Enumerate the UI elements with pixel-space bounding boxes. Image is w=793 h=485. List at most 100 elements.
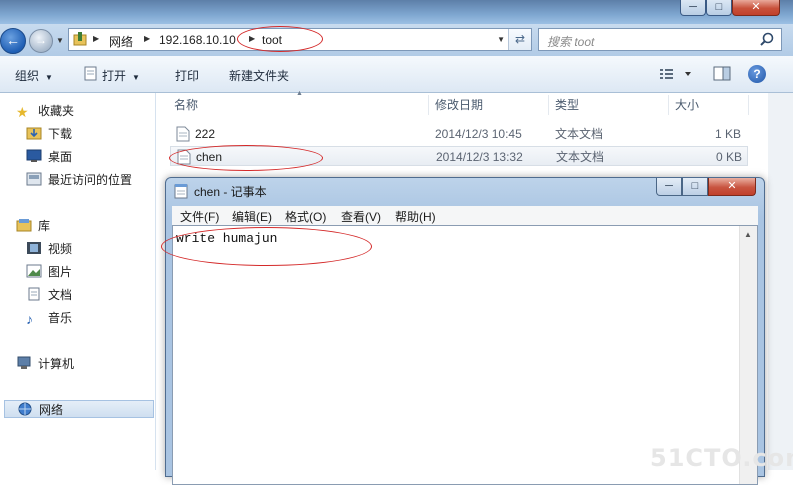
- menu-edit[interactable]: 编辑(E): [232, 208, 272, 225]
- file-size: 0 KB: [715, 150, 742, 164]
- sidebar-item-videos[interactable]: 视频: [26, 240, 72, 258]
- open-menu[interactable]: 打开 ▼: [102, 67, 140, 84]
- address-history-dropdown[interactable]: ▼: [497, 35, 505, 44]
- sidebar-item-desktop[interactable]: 桌面: [26, 148, 72, 166]
- sidebar-label: 视频: [48, 242, 73, 256]
- sidebar-item-documents[interactable]: 文档: [26, 286, 72, 304]
- column-header-modified[interactable]: 修改日期: [435, 93, 483, 117]
- maximize-button[interactable]: □: [706, 0, 732, 16]
- address-bar[interactable]: ▶ 网络 ▶ 192.168.10.10 ▶ toot ▼ ⇄: [68, 28, 532, 51]
- computer-icon: [17, 356, 31, 369]
- back-arrow-icon: ←: [6, 32, 20, 48]
- sidebar-label: 桌面: [48, 150, 73, 164]
- watermark: 51CTO.com: [650, 444, 793, 472]
- navigation-pane: ★ 收藏夹 下载 桌面 最近访问的位置 库 视频 图片 文档 ♪ 音乐 计算机 网络: [0, 93, 156, 470]
- breadcrumb-current-folder[interactable]: toot: [262, 33, 282, 47]
- scroll-up-icon[interactable]: ▲: [744, 230, 752, 239]
- sidebar-item-recent[interactable]: 最近访问的位置: [26, 171, 132, 189]
- notepad-icon: [174, 184, 188, 199]
- menu-file[interactable]: 文件(F): [180, 208, 219, 225]
- notepad-minimize-button[interactable]: ─: [656, 178, 682, 196]
- refresh-icon: ⇄: [514, 32, 526, 46]
- open-document-icon: [84, 66, 97, 81]
- desktop-icon: [26, 149, 42, 162]
- menu-view[interactable]: 查看(V): [341, 208, 381, 225]
- search-placeholder: 搜索 toot: [547, 35, 595, 49]
- sidebar-item-pictures[interactable]: 图片: [26, 263, 72, 281]
- file-name: chen: [196, 150, 223, 164]
- sidebar-label: 库: [38, 219, 51, 233]
- sidebar-label: 音乐: [48, 311, 73, 325]
- sidebar-item-music[interactable]: ♪ 音乐: [26, 309, 72, 327]
- file-modified: 2014/12/3 10:45: [435, 127, 522, 141]
- recent-pages-dropdown[interactable]: ▼: [56, 36, 64, 45]
- notepad-content[interactable]: write humajun: [176, 231, 277, 246]
- menu-help[interactable]: 帮助(H): [395, 208, 436, 225]
- recent-places-icon: [26, 172, 42, 186]
- sidebar-label: 下载: [48, 127, 73, 141]
- sidebar-label: 网络: [39, 403, 64, 417]
- file-modified: 2014/12/3 13:32: [436, 150, 523, 164]
- column-header-size[interactable]: 大小: [675, 93, 699, 117]
- new-folder-button[interactable]: 新建文件夹: [229, 67, 289, 84]
- sidebar-label: 计算机: [38, 357, 75, 371]
- column-divider[interactable]: [428, 95, 429, 115]
- forward-arrow-icon: →: [35, 33, 47, 47]
- breadcrumb-host[interactable]: 192.168.10.10: [159, 33, 236, 47]
- file-row[interactable]: chen 2014/12/3 13:32 文本文档 0 KB: [170, 146, 748, 166]
- breadcrumb-network[interactable]: 网络: [109, 33, 133, 50]
- menu-format[interactable]: 格式(O): [285, 208, 326, 225]
- library-icon: [16, 219, 32, 232]
- notepad-maximize-button[interactable]: □: [682, 178, 708, 196]
- network-icon: [18, 402, 32, 416]
- open-label: 打开: [102, 69, 127, 83]
- forward-button[interactable]: →: [29, 29, 53, 53]
- notepad-window[interactable]: chen - 记事本 ─ □ ✕ 文件(F) 编辑(E) 格式(O) 查看(V)…: [165, 177, 765, 485]
- sidebar-item-downloads[interactable]: 下载: [26, 125, 72, 143]
- text-file-icon: [176, 126, 190, 142]
- close-button[interactable]: ✕: [732, 0, 780, 16]
- file-size: 1 KB: [714, 127, 741, 141]
- sidebar-label: 最近访问的位置: [48, 173, 133, 187]
- document-icon: [28, 287, 40, 301]
- search-box[interactable]: 搜索 toot: [538, 28, 782, 51]
- back-button[interactable]: ←: [0, 28, 26, 54]
- notepad-close-button[interactable]: ✕: [708, 178, 756, 196]
- star-icon: ★: [16, 104, 29, 120]
- window-titlebar: ─ □ ✕: [0, 0, 793, 24]
- column-header-type[interactable]: 类型: [555, 93, 579, 117]
- preview-pane-icon[interactable]: [713, 65, 731, 83]
- video-icon: [27, 242, 41, 254]
- network-folder-icon: [73, 32, 87, 46]
- downloads-folder-icon: [26, 127, 42, 140]
- organize-label: 组织: [15, 69, 40, 83]
- command-bar: 组织 ▼ 打开 ▼ 打印 新建文件夹 ?: [0, 56, 793, 93]
- column-divider[interactable]: [668, 95, 669, 115]
- sidebar-item-libraries[interactable]: 库: [16, 217, 50, 235]
- sidebar-item-computer[interactable]: 计算机: [16, 355, 74, 373]
- sidebar-label: 图片: [48, 265, 73, 279]
- sidebar-label: 收藏夹: [38, 104, 75, 118]
- file-row[interactable]: 222 2014/12/3 10:45 文本文档 1 KB: [170, 124, 748, 144]
- breadcrumb-arrow-icon[interactable]: ▶: [93, 34, 99, 43]
- column-divider[interactable]: [548, 95, 549, 115]
- music-note-icon: ♪: [26, 311, 33, 327]
- sort-ascending-icon: ▲: [296, 90, 303, 97]
- search-icon[interactable]: [759, 31, 775, 47]
- organize-menu[interactable]: 组织 ▼: [15, 67, 53, 84]
- sidebar-item-network[interactable]: 网络: [4, 400, 154, 418]
- file-type: 文本文档: [555, 127, 604, 141]
- column-divider[interactable]: [748, 95, 749, 115]
- refresh-button[interactable]: ⇄: [508, 29, 531, 50]
- breadcrumb-arrow-icon[interactable]: ▶: [249, 34, 255, 43]
- breadcrumb-arrow-icon[interactable]: ▶: [144, 34, 150, 43]
- column-header-name[interactable]: 名称: [174, 93, 198, 117]
- sidebar-item-favorites[interactable]: ★ 收藏夹: [16, 102, 74, 120]
- view-options-icon[interactable]: [658, 65, 698, 83]
- notepad-title: chen - 记事本: [194, 185, 267, 199]
- print-button[interactable]: 打印: [175, 67, 199, 84]
- minimize-button[interactable]: ─: [680, 0, 706, 16]
- help-button[interactable]: ?: [748, 65, 766, 83]
- window-edge: [768, 93, 793, 470]
- file-name: 222: [195, 127, 216, 141]
